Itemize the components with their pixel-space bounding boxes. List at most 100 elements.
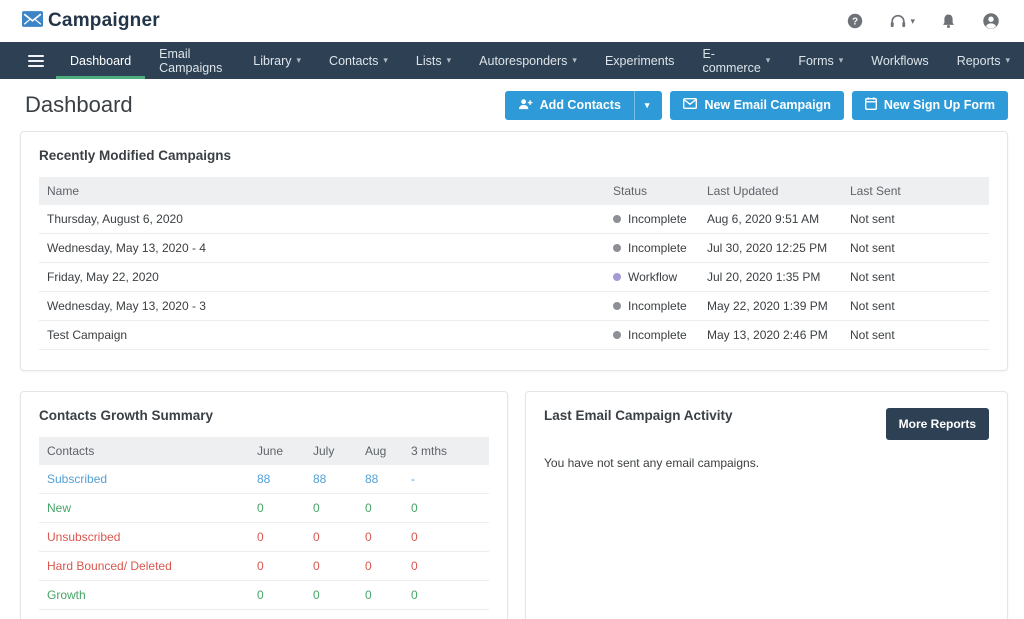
logo-text: Campaigner xyxy=(48,10,160,32)
nav-item-library[interactable]: Library▾ xyxy=(239,42,315,79)
chevron-down-icon: ▾ xyxy=(297,56,302,65)
main-nav: Dashboard Email Campaigns Library▾ Conta… xyxy=(0,42,1024,79)
nav-item-reports[interactable]: Reports▾ xyxy=(943,42,1024,79)
growth-row-label[interactable]: New xyxy=(39,501,257,515)
status-badge: Incomplete xyxy=(628,241,687,255)
growth-value: 0 xyxy=(411,588,489,602)
page-title: Dashboard xyxy=(25,92,133,118)
status-dot xyxy=(613,244,621,252)
growth-value[interactable]: 0 xyxy=(365,588,411,602)
status-dot xyxy=(613,273,621,281)
table-row: Unsubscribed 0 0 0 0 xyxy=(39,523,489,552)
chevron-down-icon: ▾ xyxy=(766,56,771,65)
growth-value: 0 xyxy=(411,559,489,573)
column-header-last-sent: Last Sent xyxy=(850,184,989,198)
nav-item-lists[interactable]: Lists▾ xyxy=(402,42,465,79)
growth-row-label[interactable]: Subscribed xyxy=(39,472,257,486)
last-updated: May 13, 2020 2:46 PM xyxy=(707,328,850,342)
card-title: Recently Modified Campaigns xyxy=(39,148,989,163)
growth-value[interactable]: 0 xyxy=(365,559,411,573)
top-bar: Campaigner ? ▾ xyxy=(0,0,1024,42)
table-row: Pending 1 1 1 - xyxy=(39,610,489,619)
growth-value[interactable]: 0 xyxy=(257,501,313,515)
contacts-growth-summary-card: Contacts Growth Summary Contacts June Ju… xyxy=(20,391,508,619)
campaign-name[interactable]: Thursday, August 6, 2020 xyxy=(39,212,613,226)
table-row: Growth 0 0 0 0 xyxy=(39,581,489,610)
campaign-name[interactable]: Friday, May 22, 2020 xyxy=(39,270,613,284)
nav-item-contacts[interactable]: Contacts▾ xyxy=(315,42,402,79)
table-row[interactable]: Thursday, August 6, 2020 Incomplete Aug … xyxy=(39,205,989,234)
growth-value[interactable]: 0 xyxy=(257,559,313,573)
growth-value[interactable]: 88 xyxy=(313,472,365,486)
campaign-name[interactable]: Test Campaign xyxy=(39,328,613,342)
envelope-icon xyxy=(683,98,697,112)
growth-value[interactable]: 88 xyxy=(365,472,411,486)
table-row[interactable]: Wednesday, May 13, 2020 - 3 Incomplete M… xyxy=(39,292,989,321)
add-contacts-button[interactable]: Add Contacts ▾ xyxy=(505,91,663,120)
campaigner-logo[interactable]: Campaigner xyxy=(22,10,160,32)
last-email-campaign-activity-card: Last Email Campaign Activity More Report… xyxy=(525,391,1008,619)
column-header-name: Name xyxy=(39,184,613,198)
growth-value[interactable]: 0 xyxy=(313,501,365,515)
last-updated: Jul 30, 2020 12:25 PM xyxy=(707,241,850,255)
growth-value[interactable]: 0 xyxy=(257,530,313,544)
growth-value[interactable]: 0 xyxy=(365,501,411,515)
headset-icon[interactable]: ▾ xyxy=(889,14,915,29)
svg-text:?: ? xyxy=(852,16,858,27)
status-dot xyxy=(613,215,621,223)
last-sent: Not sent xyxy=(850,270,989,284)
new-email-campaign-button[interactable]: New Email Campaign xyxy=(670,91,843,120)
nav-item-experiments[interactable]: Experiments xyxy=(591,42,688,79)
recently-modified-campaigns-card: Recently Modified Campaigns Name Status … xyxy=(20,131,1008,371)
nav-item-autoresponders[interactable]: Autoresponders▾ xyxy=(465,42,591,79)
nav-item-ecommerce[interactable]: E-commerce▾ xyxy=(688,42,784,79)
nav-item-dashboard[interactable]: Dashboard xyxy=(56,42,145,79)
form-icon xyxy=(865,97,877,113)
chevron-down-icon[interactable]: ▾ xyxy=(634,91,650,120)
growth-row-label[interactable]: Growth xyxy=(39,588,257,602)
column-header-status: Status xyxy=(613,184,707,198)
column-header-aug: Aug xyxy=(365,444,411,458)
growth-value[interactable]: 0 xyxy=(257,588,313,602)
card-title: Contacts Growth Summary xyxy=(39,408,489,423)
last-updated: Jul 20, 2020 1:35 PM xyxy=(707,270,850,284)
campaign-name[interactable]: Wednesday, May 13, 2020 - 4 xyxy=(39,241,613,255)
column-header-3mths: 3 mths xyxy=(411,444,489,458)
growth-value[interactable]: 0 xyxy=(313,530,365,544)
status-badge: Incomplete xyxy=(628,328,687,342)
nav-item-email-campaigns[interactable]: Email Campaigns xyxy=(145,42,239,79)
table-row[interactable]: Test Campaign Incomplete May 13, 2020 2:… xyxy=(39,321,989,350)
new-signup-form-button[interactable]: New Sign Up Form xyxy=(852,91,1008,120)
table-row[interactable]: Friday, May 22, 2020 Workflow Jul 20, 20… xyxy=(39,263,989,292)
empty-state-message: You have not sent any email campaigns. xyxy=(544,456,989,470)
person-add-icon xyxy=(518,98,533,113)
account-icon[interactable] xyxy=(982,12,1000,30)
last-updated: Aug 6, 2020 9:51 AM xyxy=(707,212,850,226)
column-header-last-updated: Last Updated xyxy=(707,184,850,198)
campaign-name[interactable]: Wednesday, May 13, 2020 - 3 xyxy=(39,299,613,313)
chevron-down-icon: ▾ xyxy=(1005,56,1010,65)
growth-row-label[interactable]: Unsubscribed xyxy=(39,530,257,544)
status-badge: Incomplete xyxy=(628,299,687,313)
nav-item-forms[interactable]: Forms▾ xyxy=(784,42,857,79)
growth-value[interactable]: 0 xyxy=(313,588,365,602)
growth-value: 0 xyxy=(411,501,489,515)
table-row: Hard Bounced/ Deleted 0 0 0 0 xyxy=(39,552,489,581)
help-icon[interactable]: ? xyxy=(847,13,863,29)
status-badge: Workflow xyxy=(628,270,677,284)
chevron-down-icon: ▾ xyxy=(383,56,388,65)
last-sent: Not sent xyxy=(850,328,989,342)
chevron-down-icon: ▾ xyxy=(839,56,844,65)
bell-icon[interactable] xyxy=(941,13,956,29)
nav-item-workflows[interactable]: Workflows xyxy=(857,42,942,79)
chevron-down-icon: ▾ xyxy=(572,56,577,65)
growth-value[interactable]: 88 xyxy=(257,472,313,486)
growth-row-label[interactable]: Hard Bounced/ Deleted xyxy=(39,559,257,573)
growth-value[interactable]: 0 xyxy=(365,530,411,544)
last-sent: Not sent xyxy=(850,241,989,255)
status-dot xyxy=(613,331,621,339)
more-reports-button[interactable]: More Reports xyxy=(886,408,989,440)
hamburger-menu-icon[interactable] xyxy=(16,42,56,79)
growth-value[interactable]: 0 xyxy=(313,559,365,573)
table-row[interactable]: Wednesday, May 13, 2020 - 4 Incomplete J… xyxy=(39,234,989,263)
